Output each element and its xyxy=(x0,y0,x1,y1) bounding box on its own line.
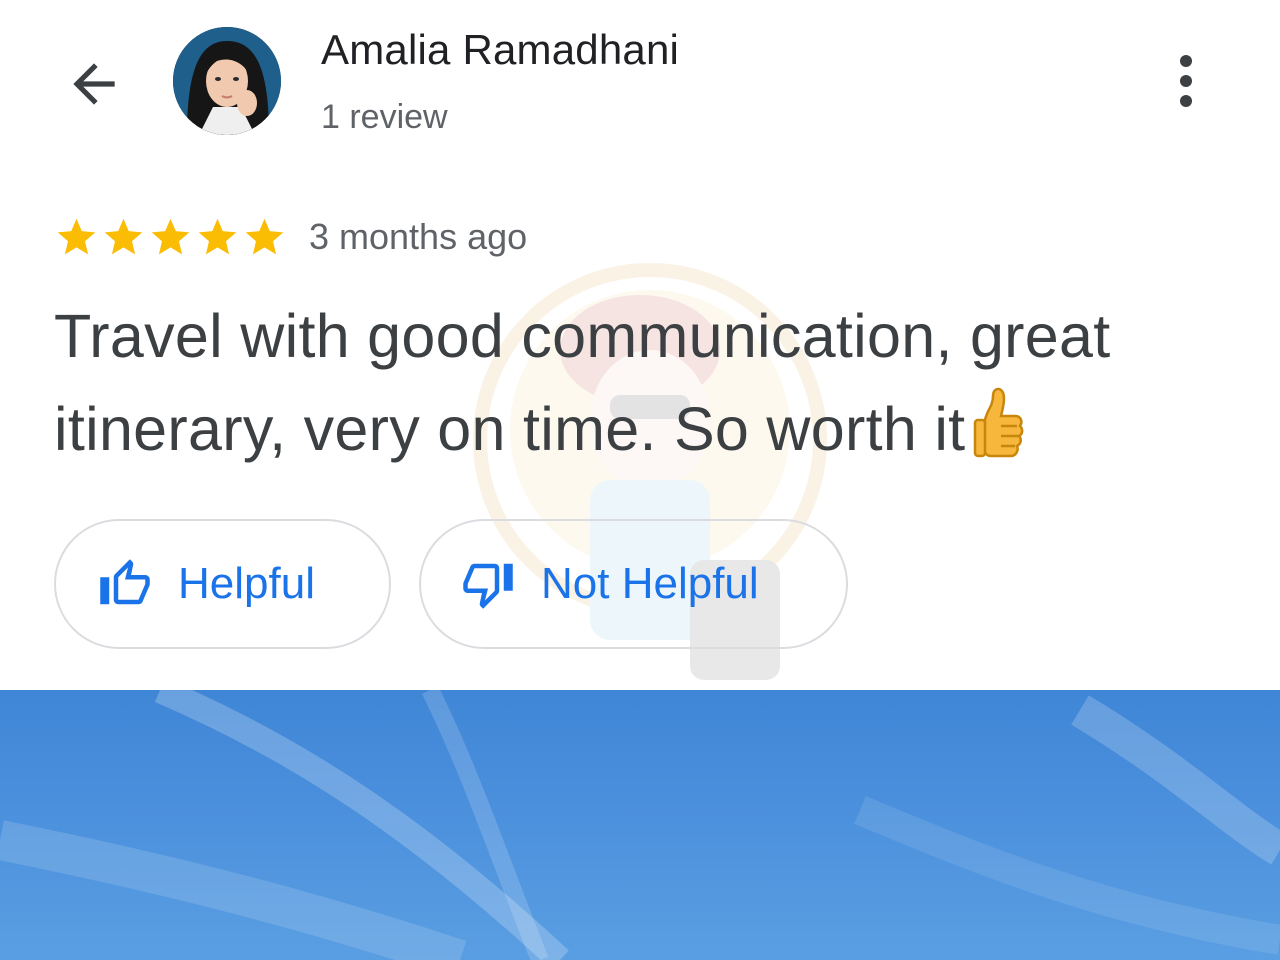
not-helpful-button[interactable]: Not Helpful xyxy=(419,519,848,649)
star-icon xyxy=(245,218,284,254)
more-vertical-icon xyxy=(1180,55,1192,107)
thumbs-up-emoji-icon xyxy=(971,386,1025,492)
star-icon xyxy=(57,218,96,254)
not-helpful-label: Not Helpful xyxy=(541,559,759,608)
avatar-photo xyxy=(173,27,281,135)
star-icon xyxy=(198,218,237,254)
review-photo[interactable] xyxy=(0,690,1280,960)
review-time: 3 months ago xyxy=(309,216,528,257)
sky-clouds xyxy=(0,690,1280,960)
reviewer-name[interactable]: Amalia Ramadhani xyxy=(321,26,679,74)
thumb-down-outline-icon xyxy=(463,563,513,609)
review-text-content: Travel with good communication, great it… xyxy=(54,302,1111,463)
thumb-up-outline-icon xyxy=(100,559,150,605)
rating-row: 3 months ago xyxy=(54,212,527,262)
avatar[interactable] xyxy=(173,27,281,135)
more-options-button[interactable] xyxy=(1160,50,1212,112)
helpful-label: Helpful xyxy=(178,559,315,608)
back-button[interactable] xyxy=(52,42,136,126)
review-header: Amalia Ramadhani 1 review xyxy=(0,0,1280,170)
star-icon xyxy=(104,218,143,254)
star-rating xyxy=(54,215,287,260)
helpful-button[interactable]: Helpful xyxy=(54,519,391,649)
reviewer-review-count: 1 review xyxy=(321,98,448,136)
review-text: Travel with good communication, great it… xyxy=(54,290,1244,492)
arrow-back-icon xyxy=(73,63,115,105)
star-icon xyxy=(151,218,190,254)
